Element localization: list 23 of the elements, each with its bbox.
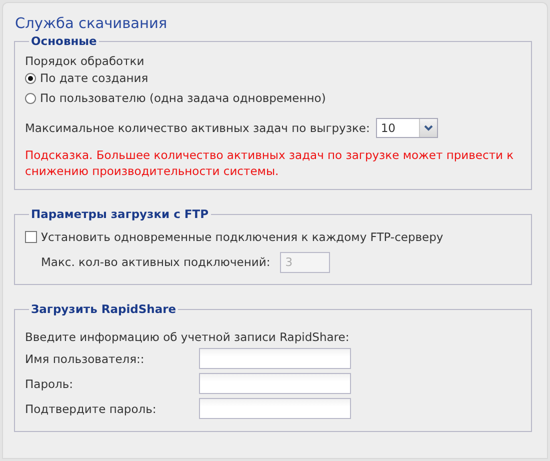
max-tasks-dropdown[interactable]: 10 [376,118,438,138]
checkbox-label[interactable]: Установить одновременные подключения к каждому FTP-серверу [41,230,444,244]
input-field[interactable] [199,398,351,419]
radio-button[interactable] [25,72,36,84]
input-field[interactable] [199,373,351,394]
account-intro-text: Введите информацию об учетной записи RapidShare: [25,330,350,344]
checkbox[interactable] [25,231,37,243]
hint-text: Подсказка. Большее количество активных задач по загрузке может привести к снижению производительности системы. [25,147,515,179]
radio-button[interactable] [25,92,36,104]
group-title: Основные [30,34,98,48]
connections-label: Макс. кол-во активных подключений: [41,255,270,269]
field-label: Имя пользователя:: [25,352,146,366]
input-field[interactable] [199,348,351,369]
field-label: Подтвердите пароль: [25,402,158,416]
panel-title: Служба скачивания [15,16,168,32]
radio-label[interactable]: По пользователю (одна задача одновременно) [40,91,326,105]
group-title: Загрузить RapidShare [30,302,178,316]
field-label: Пароль: [25,376,74,390]
max-tasks-label: Максимальное количество активных задач по выгрузке: [25,121,370,135]
group-title: Параметры загрузки с FTP [30,207,210,221]
order-label: Порядок обработки [25,54,146,68]
chevron-down-icon [424,125,433,131]
radio-label[interactable]: По дате создания [40,71,148,85]
